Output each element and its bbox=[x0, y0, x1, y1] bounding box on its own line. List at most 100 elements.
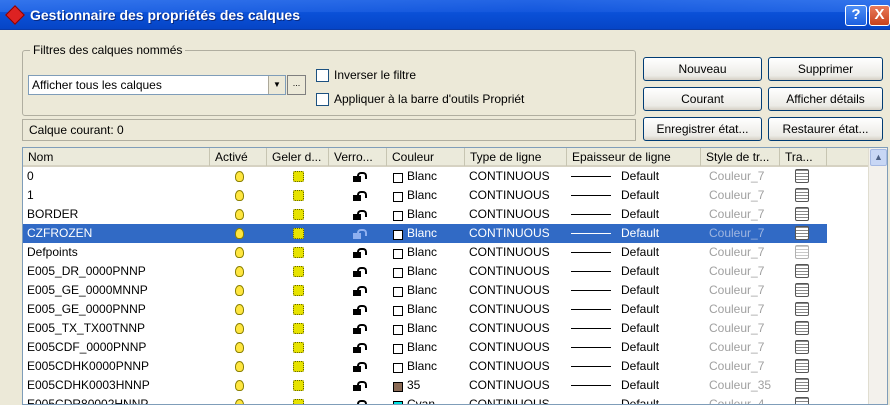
title-bar[interactable]: Gestionnaire des propriétés des calques … bbox=[0, 0, 890, 30]
lightbulb-icon[interactable] bbox=[230, 167, 248, 186]
sun-icon[interactable] bbox=[289, 224, 307, 243]
printer-icon[interactable] bbox=[793, 167, 811, 186]
layer-row[interactable]: E005CDHK0003HNNP 35 CONTINUOUS Default Coule… bbox=[23, 376, 827, 395]
layer-row[interactable]: E005_TX_TX00TNNP Blanc CONTINUOUS Default Co… bbox=[23, 319, 827, 338]
layer-linetype[interactable]: CONTINUOUS bbox=[469, 319, 561, 338]
sun-icon[interactable] bbox=[289, 186, 307, 205]
column-header-on[interactable]: Activé bbox=[210, 148, 267, 166]
printer-icon[interactable] bbox=[793, 376, 811, 395]
layer-row[interactable]: 1 Blanc CONTINUOUS Default Couleur_7 bbox=[23, 186, 827, 205]
unlock-icon[interactable] bbox=[349, 224, 367, 243]
layer-lineweight[interactable]: Default bbox=[571, 224, 683, 243]
column-header-freeze[interactable]: Geler d... bbox=[267, 148, 329, 166]
layer-row[interactable]: E005_DR_0000PNNP Blanc CONTINUOUS Default Co… bbox=[23, 262, 827, 281]
layer-row[interactable]: E005CDR80002HNNP Cyan CONTINUOUS Default Cou… bbox=[23, 395, 827, 404]
printer-icon[interactable] bbox=[793, 205, 811, 224]
layer-name[interactable]: E005CDHK0000PNNP bbox=[27, 357, 207, 376]
layer-color[interactable]: Blanc bbox=[393, 357, 463, 376]
unlock-icon[interactable] bbox=[349, 376, 367, 395]
layer-color[interactable]: Blanc bbox=[393, 338, 463, 357]
column-header-lock[interactable]: Verro... bbox=[329, 148, 387, 166]
layer-color[interactable]: Blanc bbox=[393, 205, 463, 224]
printer-icon[interactable] bbox=[793, 357, 811, 376]
column-header-plotstyle[interactable]: Style de tr... bbox=[701, 148, 780, 166]
layer-linetype[interactable]: CONTINUOUS bbox=[469, 300, 561, 319]
layer-color[interactable]: Blanc bbox=[393, 224, 463, 243]
unlock-icon[interactable] bbox=[349, 281, 367, 300]
unlock-icon[interactable] bbox=[349, 186, 367, 205]
sun-icon[interactable] bbox=[289, 243, 307, 262]
lightbulb-icon[interactable] bbox=[230, 243, 248, 262]
layer-linetype[interactable]: CONTINUOUS bbox=[469, 281, 561, 300]
layer-lineweight[interactable]: Default bbox=[571, 262, 683, 281]
layer-linetype[interactable]: CONTINUOUS bbox=[469, 224, 561, 243]
sun-icon[interactable] bbox=[289, 167, 307, 186]
printer-icon[interactable] bbox=[793, 395, 811, 404]
layer-linetype[interactable]: CONTINUOUS bbox=[469, 205, 561, 224]
layer-linetype[interactable]: CONTINUOUS bbox=[469, 357, 561, 376]
unlock-icon[interactable] bbox=[349, 395, 367, 404]
layer-name[interactable]: E005CDR80002HNNP bbox=[27, 395, 207, 404]
layer-name[interactable]: E005_GE_0000MNNP bbox=[27, 281, 207, 300]
layer-color[interactable]: Blanc bbox=[393, 300, 463, 319]
layer-lineweight[interactable]: Default bbox=[571, 186, 683, 205]
layer-lineweight[interactable]: Default bbox=[571, 300, 683, 319]
lightbulb-icon[interactable] bbox=[230, 281, 248, 300]
layer-row[interactable]: Defpoints Blanc CONTINUOUS Default Couleur_7 bbox=[23, 243, 827, 262]
unlock-icon[interactable] bbox=[349, 262, 367, 281]
printer-icon[interactable] bbox=[793, 243, 811, 262]
restore-state-button[interactable]: Restaurer état... bbox=[768, 117, 883, 141]
unlock-icon[interactable] bbox=[349, 319, 367, 338]
show-details-button[interactable]: Afficher détails bbox=[768, 87, 883, 111]
layer-row[interactable]: E005CDHK0000PNNP Blanc CONTINUOUS Default Co… bbox=[23, 357, 827, 376]
layer-name[interactable]: E005_TX_TX00TNNP bbox=[27, 319, 207, 338]
layer-linetype[interactable]: CONTINUOUS bbox=[469, 262, 561, 281]
sun-icon[interactable] bbox=[289, 205, 307, 224]
layer-color[interactable]: Blanc bbox=[393, 319, 463, 338]
printer-icon[interactable] bbox=[793, 224, 811, 243]
sun-icon[interactable] bbox=[289, 319, 307, 338]
save-state-button[interactable]: Enregistrer état... bbox=[643, 117, 762, 141]
unlock-icon[interactable] bbox=[349, 300, 367, 319]
layer-color[interactable]: Blanc bbox=[393, 243, 463, 262]
lightbulb-icon[interactable] bbox=[230, 186, 248, 205]
unlock-icon[interactable] bbox=[349, 338, 367, 357]
close-button[interactable]: X bbox=[869, 5, 890, 26]
printer-icon[interactable] bbox=[793, 186, 811, 205]
printer-icon[interactable] bbox=[793, 262, 811, 281]
column-header-name[interactable]: Nom bbox=[23, 148, 210, 166]
layer-lineweight[interactable]: Default bbox=[571, 319, 683, 338]
layer-color[interactable]: Cyan bbox=[393, 395, 463, 404]
new-layer-button[interactable]: Nouveau bbox=[643, 57, 762, 81]
sun-icon[interactable] bbox=[289, 300, 307, 319]
layer-linetype[interactable]: CONTINUOUS bbox=[469, 167, 561, 186]
layer-row[interactable]: E005_GE_0000PNNP Blanc CONTINUOUS Default Co… bbox=[23, 300, 827, 319]
layer-linetype[interactable]: CONTINUOUS bbox=[469, 243, 561, 262]
set-current-button[interactable]: Courant bbox=[643, 87, 762, 111]
chevron-down-icon[interactable]: ▼ bbox=[268, 76, 285, 94]
column-header-plot[interactable]: Tra... bbox=[780, 148, 827, 166]
unlock-icon[interactable] bbox=[349, 167, 367, 186]
lightbulb-icon[interactable] bbox=[230, 262, 248, 281]
layer-name[interactable]: BORDER bbox=[27, 205, 207, 224]
vertical-scrollbar[interactable]: ▲ bbox=[868, 148, 887, 404]
layer-lineweight[interactable]: Default bbox=[571, 395, 683, 404]
layer-lineweight[interactable]: Default bbox=[571, 205, 683, 224]
lightbulb-icon[interactable] bbox=[230, 395, 248, 404]
printer-icon[interactable] bbox=[793, 319, 811, 338]
lightbulb-icon[interactable] bbox=[230, 376, 248, 395]
layer-name[interactable]: Defpoints bbox=[27, 243, 207, 262]
filter-combobox[interactable]: Afficher tous les calques ▼ bbox=[28, 75, 286, 95]
layer-linetype[interactable]: CONTINUOUS bbox=[469, 395, 561, 404]
column-header-color[interactable]: Couleur bbox=[387, 148, 465, 166]
layer-color[interactable]: Blanc bbox=[393, 281, 463, 300]
layer-lineweight[interactable]: Default bbox=[571, 243, 683, 262]
layer-color[interactable]: Blanc bbox=[393, 167, 463, 186]
lightbulb-icon[interactable] bbox=[230, 300, 248, 319]
filter-ellipsis-button[interactable]: ... bbox=[287, 75, 306, 95]
sun-icon[interactable] bbox=[289, 338, 307, 357]
printer-icon[interactable] bbox=[793, 281, 811, 300]
layer-lineweight[interactable]: Default bbox=[571, 338, 683, 357]
lightbulb-icon[interactable] bbox=[230, 338, 248, 357]
column-header-lineweight[interactable]: Epaisseur de ligne bbox=[567, 148, 701, 166]
